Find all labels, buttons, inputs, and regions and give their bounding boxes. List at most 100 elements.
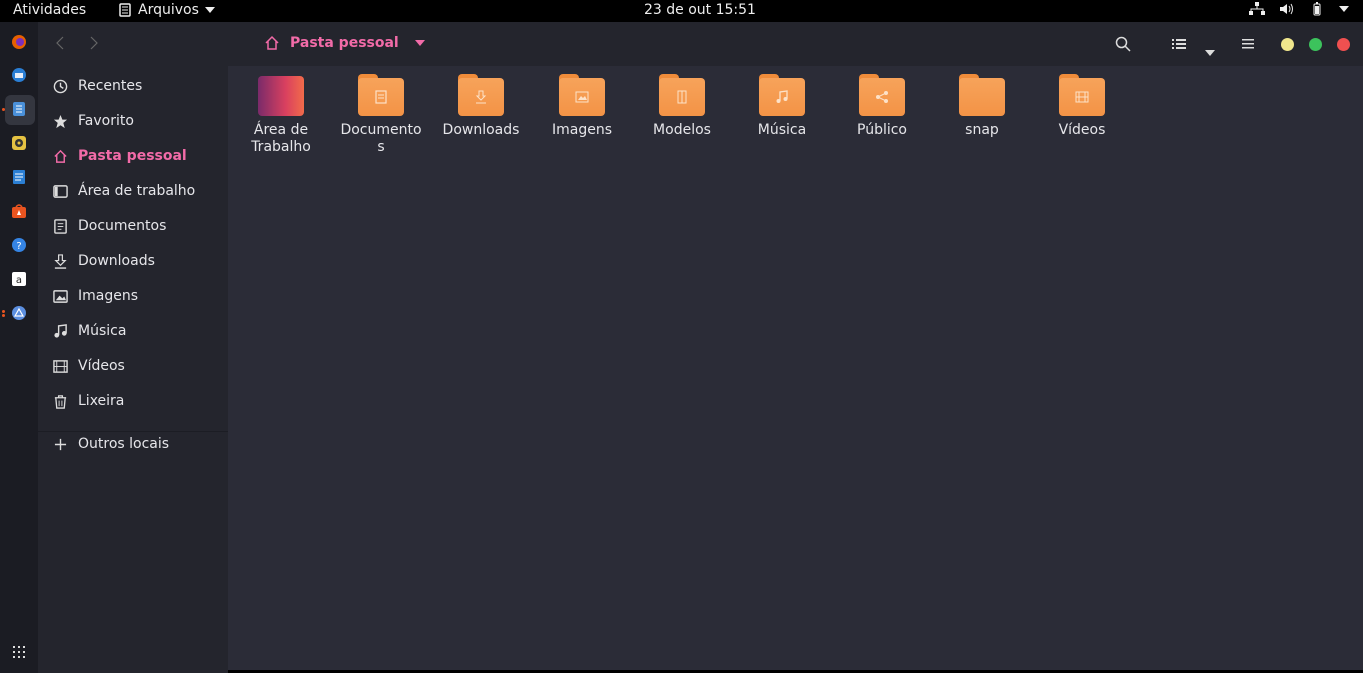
chevron-down-icon <box>1339 6 1349 12</box>
search-button[interactable] <box>1115 36 1131 56</box>
folder-documentos[interactable]: Documento s <box>331 74 431 156</box>
folder-label: Documento s <box>340 122 422 155</box>
chevron-down-icon <box>414 40 425 46</box>
sidebar-item-area-de-trabalho[interactable]: Área de trabalho <box>52 179 195 203</box>
battery-icon <box>1313 2 1321 16</box>
sidebar-item-label: Recentes <box>78 78 143 94</box>
chevron-down-icon <box>1205 50 1215 56</box>
clock[interactable]: 23 de out 15:51 <box>0 2 1363 18</box>
sidebar-item-label: Vídeos <box>78 358 125 374</box>
writer-icon[interactable] <box>11 169 27 185</box>
menu-button[interactable] <box>1241 36 1255 55</box>
folder-snap[interactable]: snap <box>932 74 1032 139</box>
sidebar-item-label: Lixeira <box>78 393 125 409</box>
file-view: Área de Trabalho Documento s Downloads Ima… <box>228 66 1363 670</box>
sidebar-item-downloads[interactable]: Downloads <box>52 249 155 273</box>
chevron-right-icon <box>90 36 98 50</box>
sidebar-item-label: Documentos <box>78 218 167 234</box>
network-icon <box>1249 2 1265 15</box>
search-icon <box>1115 36 1131 52</box>
folder-publico[interactable]: Público <box>832 74 932 139</box>
show-apps-icon[interactable] <box>11 644 27 660</box>
svg-text:a: a <box>16 275 22 286</box>
desktop-folder-icon <box>258 74 304 116</box>
sidebar-item-documentos[interactable]: Documentos <box>52 214 166 238</box>
download-icon <box>52 253 68 269</box>
files-icon[interactable] <box>11 101 27 117</box>
music-folder-icon <box>759 74 805 116</box>
back-button[interactable] <box>56 34 64 55</box>
folder-label: snap <box>965 122 999 138</box>
folder-label: Música <box>757 122 807 138</box>
folder-label: Imagens <box>551 122 612 138</box>
sidebar-item-outros-locais[interactable]: Outros locais <box>52 432 169 456</box>
folder-label: Downloads <box>442 122 520 138</box>
folder-modelos[interactable]: Modelos <box>632 74 732 139</box>
desktop-icon <box>52 183 68 199</box>
image-folder-icon <box>559 74 605 116</box>
folder-label: Área de Trabalho <box>251 122 311 155</box>
help-icon[interactable]: ? <box>11 237 27 253</box>
maximize-button[interactable] <box>1309 38 1322 51</box>
chevron-left-icon <box>56 36 64 50</box>
sidebar: Recentes Favorito Pasta pessoal Área de … <box>38 22 228 673</box>
folder-label: Vídeos <box>1058 122 1106 138</box>
app-installer-icon[interactable] <box>11 305 27 321</box>
volume-icon <box>1280 3 1293 15</box>
running-indicator <box>2 310 5 313</box>
dock: ? a <box>0 22 38 673</box>
location-breadcrumb[interactable]: Pasta pessoal <box>264 35 425 51</box>
sidebar-item-pasta-pessoal[interactable]: Pasta pessoal <box>52 144 187 168</box>
video-folder-icon <box>1059 74 1105 116</box>
folder-icon <box>959 74 1005 116</box>
folder-label: Modelos <box>653 122 711 138</box>
sidebar-item-videos[interactable]: Vídeos <box>52 354 125 378</box>
folder-downloads[interactable]: Downloads <box>431 74 531 139</box>
home-icon <box>52 148 68 164</box>
sidebar-item-recentes[interactable]: Recentes <box>52 74 142 98</box>
svg-text:?: ? <box>16 241 21 252</box>
software-center-icon[interactable] <box>11 203 27 219</box>
document-folder-icon <box>358 74 404 116</box>
rhythmbox-icon[interactable] <box>11 135 27 151</box>
folder-videos[interactable]: Vídeos <box>1032 74 1132 139</box>
star-icon <box>52 113 68 129</box>
document-icon <box>52 218 68 234</box>
home-icon <box>265 35 279 50</box>
running-indicator <box>2 108 5 111</box>
folder-area-de-trabalho[interactable]: Área de Trabalho <box>231 74 331 156</box>
list-view-icon <box>1172 39 1186 49</box>
sidebar-item-musica[interactable]: Música <box>52 319 126 343</box>
sidebar-item-favorito[interactable]: Favorito <box>52 109 134 133</box>
firefox-icon[interactable] <box>11 34 27 50</box>
clock-icon <box>52 78 68 94</box>
header-bar: Pasta pessoal <box>38 22 1363 66</box>
sidebar-item-label: Imagens <box>78 288 139 304</box>
thunderbird-icon[interactable] <box>11 67 27 83</box>
top-bar: Atividades Arquivos 23 de out 15:51 <box>0 0 1363 22</box>
forward-button[interactable] <box>90 34 98 55</box>
view-options-button[interactable] <box>1205 41 1215 60</box>
sidebar-item-label: Downloads <box>78 253 155 269</box>
running-indicator <box>2 314 5 317</box>
minimize-button[interactable] <box>1281 38 1294 51</box>
sidebar-item-lixeira[interactable]: Lixeira <box>52 389 124 413</box>
sidebar-item-label: Área de trabalho <box>78 183 196 199</box>
plus-icon <box>52 436 68 452</box>
amazon-icon[interactable]: a <box>11 271 27 287</box>
trash-icon <box>52 393 68 409</box>
sidebar-item-label: Música <box>78 323 127 339</box>
music-icon <box>52 323 68 339</box>
download-folder-icon <box>458 74 504 116</box>
folder-imagens[interactable]: Imagens <box>532 74 632 139</box>
system-tray[interactable] <box>1249 2 1349 16</box>
view-list-button[interactable] <box>1172 36 1186 55</box>
image-icon <box>52 288 68 304</box>
sidebar-item-label: Outros locais <box>78 436 170 452</box>
share-folder-icon <box>859 74 905 116</box>
folder-label: Público <box>857 122 907 138</box>
folder-musica[interactable]: Música <box>732 74 832 139</box>
sidebar-item-imagens[interactable]: Imagens <box>52 284 138 308</box>
close-button[interactable] <box>1337 38 1350 51</box>
video-icon <box>52 358 68 374</box>
